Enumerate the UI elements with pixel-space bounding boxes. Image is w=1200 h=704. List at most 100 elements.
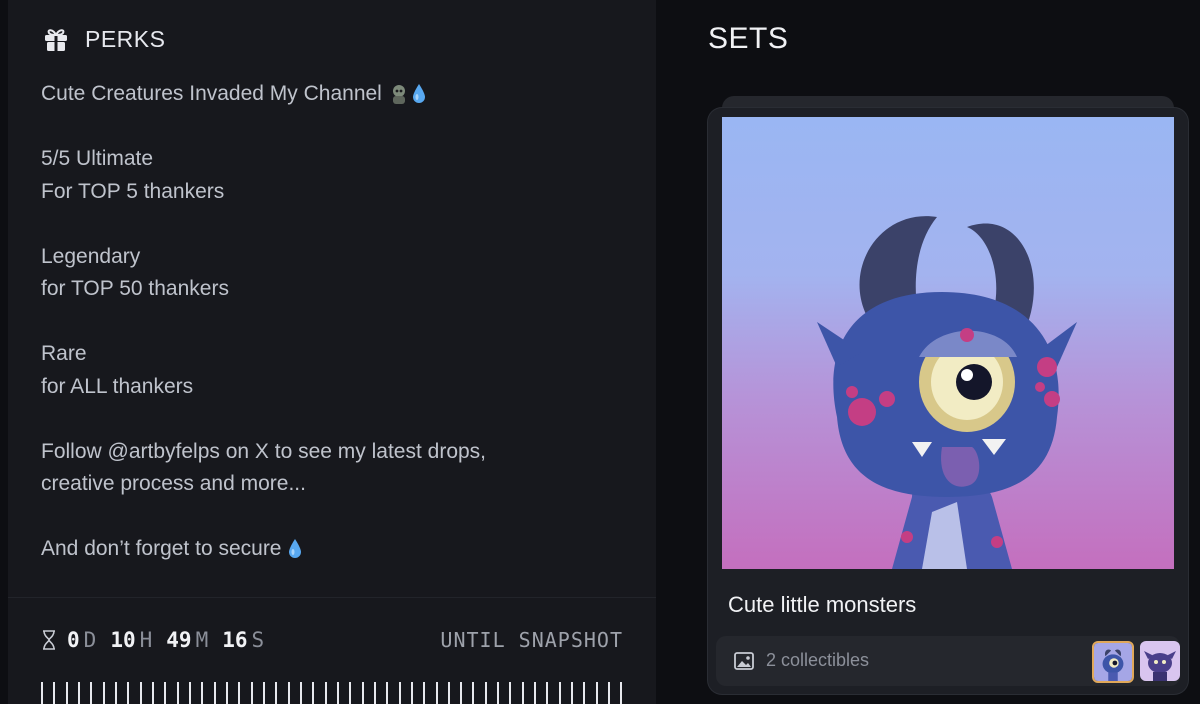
progress-tick: [238, 682, 241, 704]
days-value: 0: [67, 628, 80, 652]
progress-tick: [410, 682, 413, 704]
progress-tick: [583, 682, 586, 704]
monster-thumbnail-image: [1094, 643, 1132, 681]
collectible-thumbnail[interactable]: [1092, 641, 1134, 683]
perks-text: 5/5 Ultimate: [41, 147, 154, 170]
progress-tick: [139, 682, 142, 704]
set-cover-image[interactable]: [722, 117, 1174, 569]
progress-tick: [546, 682, 549, 704]
progress-tick: [398, 682, 401, 704]
progress-tick: [250, 682, 253, 704]
collectible-thumbnail[interactable]: [1140, 641, 1180, 681]
progress-tick: [447, 682, 450, 704]
progress-tick: [497, 682, 500, 704]
progress-tick: [201, 682, 204, 704]
hours-unit: H: [139, 628, 153, 652]
set-name[interactable]: Cute little monsters: [728, 592, 916, 618]
progress-tick: [534, 682, 537, 704]
progress-tick: [423, 682, 426, 704]
perks-text: Rare: [41, 342, 87, 365]
progress-tick: [262, 682, 265, 704]
perks-text: for ALL thankers: [41, 374, 194, 398]
progress-tick: [608, 682, 611, 704]
perks-header: PERKS: [41, 24, 165, 54]
progress-tick: [435, 682, 438, 704]
perks-line: Follow @artbyfelps on X to see my latest…: [41, 436, 641, 469]
progress-tick: [41, 682, 43, 704]
perks-line: Cute Creatures Invaded My Channel: [41, 78, 641, 111]
progress-tick: [509, 682, 512, 704]
perks-text: Cute Creatures Invaded My Channel: [41, 82, 382, 105]
perks-line: for ALL thankers: [41, 371, 641, 404]
progress-tick: [558, 682, 561, 704]
progress-tick: [176, 682, 179, 704]
progress-tick: [77, 682, 80, 704]
progress-tick: [361, 682, 364, 704]
progress-tick: [102, 682, 105, 704]
progress-tick: [90, 682, 93, 704]
progress-tick: [225, 682, 228, 704]
progress-tick: [324, 682, 327, 704]
seconds-value: 16: [222, 628, 248, 652]
progress-tick: [213, 682, 216, 704]
progress-tick: [386, 682, 389, 704]
sets-title: SETS: [708, 22, 789, 55]
progress-tick: [472, 682, 475, 704]
progress-tick: [620, 682, 623, 704]
progress-tick: [65, 682, 68, 704]
perks-line: Rare: [41, 338, 641, 371]
water-drop-icon: [288, 539, 301, 559]
set-card-footer: 2 collectibles: [716, 636, 1180, 686]
perks-description: Cute Creatures Invaded My Channel 5/5 Ul…: [41, 78, 641, 566]
monster-illustration: [817, 216, 1077, 569]
progress-tick: [595, 682, 598, 704]
progress-tick: [127, 682, 130, 704]
progress-tick: [571, 682, 574, 704]
progress-tick: [53, 682, 56, 704]
perks-line: Legendary: [41, 241, 641, 274]
gift-icon: [45, 29, 67, 51]
progress-tick: [114, 682, 117, 704]
until-snapshot-label: UNTIL SNAPSHOT: [440, 628, 623, 652]
progress-tick: [312, 682, 315, 704]
perks-panel: PERKS Cute Creatures Invaded My Channel …: [8, 0, 656, 704]
countdown-progress-ticks: [41, 682, 623, 704]
perks-text: for TOP 50 thankers: [41, 277, 229, 300]
progress-tick: [275, 682, 278, 704]
perks-line: creative process and more...: [41, 468, 641, 501]
progress-tick: [336, 682, 339, 704]
snapshot-countdown: 0 D 10 H 49 M 16 S UNTIL SNAPSHOT: [41, 628, 623, 652]
minutes-value: 49: [166, 628, 192, 652]
perks-text: And don’t forget to secure: [41, 537, 282, 560]
seconds-unit: S: [251, 628, 265, 652]
monster-thumbnail-image: [1140, 641, 1180, 681]
progress-tick: [151, 682, 154, 704]
perks-title: PERKS: [85, 25, 166, 52]
perks-text: Follow @artbyfelps on X to see my latest…: [41, 439, 487, 463]
progress-tick: [521, 682, 524, 704]
divider: [8, 597, 656, 598]
perks-text: For TOP 5 thankers: [41, 179, 225, 203]
hours-value: 10: [110, 628, 136, 652]
perks-line: for TOP 50 thankers: [41, 273, 641, 306]
progress-tick: [299, 682, 302, 704]
perks-text: creative process and more...: [41, 472, 306, 495]
days-unit: D: [83, 628, 97, 652]
progress-tick: [287, 682, 290, 704]
collectibles-label: 2 collectibles: [766, 650, 870, 670]
collectibles-count: 2 collectibles: [734, 650, 869, 671]
progress-tick: [349, 682, 352, 704]
progress-tick: [188, 682, 191, 704]
minutes-unit: M: [195, 628, 209, 652]
creature-emoji-icon: [392, 85, 405, 105]
progress-tick: [484, 682, 487, 704]
set-card[interactable]: Cute little monsters 2 collectibles: [708, 108, 1188, 694]
perks-line: 5/5 Ultimate: [41, 143, 641, 176]
progress-tick: [460, 682, 463, 704]
countdown-timer: 0 D 10 H 49 M 16 S: [41, 628, 274, 652]
perks-text: Legendary: [41, 244, 141, 268]
image-icon: [734, 651, 754, 670]
perks-line: And don’t forget to secure: [41, 533, 641, 566]
progress-tick: [164, 682, 167, 704]
progress-tick: [373, 682, 376, 704]
